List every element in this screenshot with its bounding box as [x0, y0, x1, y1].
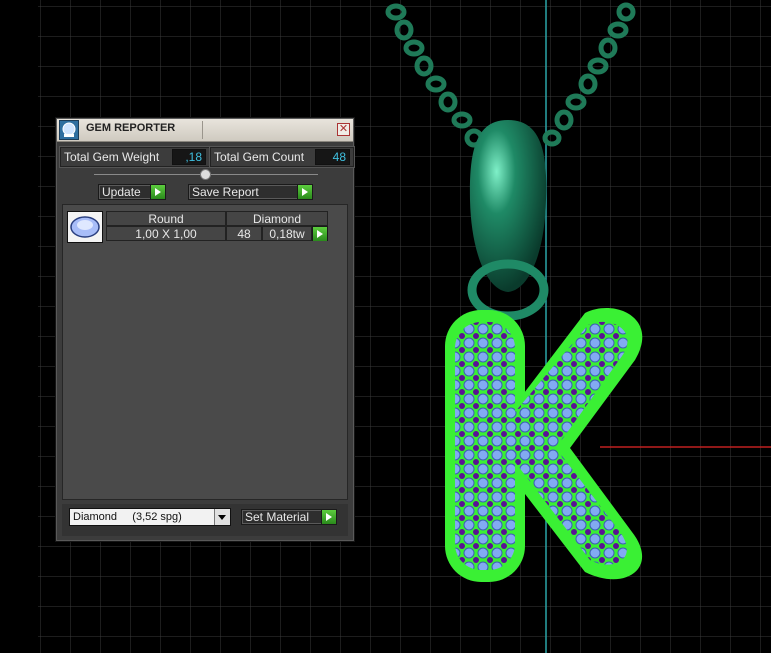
save-report-button-label: Save Report — [192, 185, 259, 199]
gem-material-cell: Diamond — [226, 211, 328, 226]
close-icon[interactable]: ✕ — [337, 123, 350, 136]
panel-titlebar[interactable]: GEM REPORTER ✕ — [57, 119, 353, 142]
gem-count-cell: 48 — [226, 226, 262, 241]
gem-shape-cell: Round — [106, 211, 226, 226]
set-material-button-label: Set Material — [245, 510, 310, 524]
gem-row-go-button[interactable] — [312, 226, 328, 241]
material-select[interactable]: Diamond (3,52 spg) — [69, 508, 231, 526]
set-material-button[interactable]: Set Material — [241, 509, 337, 525]
total-gem-count-label: Total Gem Count — [214, 150, 305, 164]
green-arrow-icon — [297, 185, 312, 199]
gem-reporter-icon — [59, 120, 79, 140]
gem-list: Round Diamond 1,00 X 1,00 48 0,18tw — [62, 204, 348, 500]
save-report-button[interactable]: Save Report — [188, 184, 313, 200]
total-gem-weight-value: ,18 — [172, 149, 206, 165]
splitter-handle[interactable] — [200, 169, 211, 180]
green-arrow-icon — [312, 227, 327, 241]
material-select-value: Diamond (3,52 spg) — [73, 511, 182, 523]
green-arrow-icon — [150, 185, 165, 199]
total-gem-weight-label: Total Gem Weight — [64, 150, 160, 164]
update-button[interactable]: Update — [98, 184, 166, 200]
title-separator — [202, 121, 203, 139]
round-gem-icon[interactable] — [67, 211, 103, 243]
green-arrow-icon — [321, 510, 336, 524]
gem-size-cell: 1,00 X 1,00 — [106, 226, 226, 241]
chevron-down-icon[interactable] — [214, 509, 230, 525]
gem-reporter-panel: GEM REPORTER ✕ Total Gem Weight ,18 Tota… — [55, 117, 355, 542]
gem-weight-cell: 0,18tw — [262, 226, 312, 241]
material-bar: Diamond (3,52 spg) Set Material — [62, 504, 348, 536]
total-gem-count-value: 48 — [315, 149, 350, 165]
update-button-label: Update — [102, 185, 141, 199]
panel-title: GEM REPORTER — [86, 122, 176, 134]
